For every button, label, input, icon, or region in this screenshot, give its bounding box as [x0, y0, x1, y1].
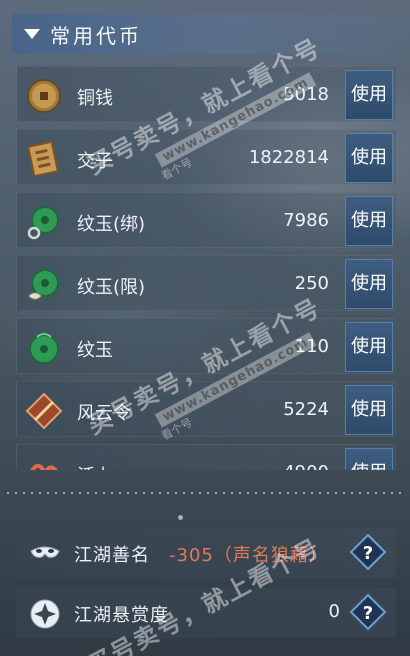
currency-name: 活力 [77, 462, 113, 470]
vitality-icon [30, 464, 59, 470]
currency-name: 纹玉(绑) [77, 214, 146, 235]
stat-row-reputation: 江湖善名 -305（声名狼藉） ? [16, 528, 396, 578]
currency-name: 交子 [77, 151, 113, 172]
svg-text:?: ? [363, 543, 373, 564]
currency-count: 5224 [283, 399, 329, 420]
triangle-down-icon[interactable] [24, 29, 40, 39]
currency-count: 4900 [283, 462, 329, 470]
use-button[interactable]: 使用 [345, 448, 393, 470]
stat-value: -305（声名狼藉） [169, 545, 328, 566]
use-button[interactable]: 使用 [345, 196, 393, 246]
stat-label: 江湖悬赏度 [74, 605, 169, 626]
currency-row-jiaozi: 交子 1822814 使用 [16, 129, 396, 185]
svg-text:?: ? [363, 603, 373, 624]
currency-name: 铜钱 [77, 88, 113, 109]
stat-row-bounty: 江湖悬赏度 0 ? [16, 588, 396, 638]
jade-bound-icon [27, 206, 59, 240]
mask-icon [30, 546, 60, 558]
use-button[interactable]: 使用 [345, 133, 393, 183]
currency-name: 纹玉(限) [77, 277, 146, 298]
use-button[interactable]: 使用 [345, 385, 393, 435]
currency-count: 1822814 [248, 147, 329, 168]
currency-name: 纹玉 [77, 340, 113, 361]
question-icon[interactable]: ? [348, 592, 388, 632]
jade-limited-icon [28, 269, 59, 300]
currency-row-copper: 铜钱 5018 使用 [16, 66, 396, 122]
currency-row-jade-limited: 纹玉(限) 250 使用 [16, 255, 396, 311]
divider [4, 492, 406, 494]
currency-count: 5018 [283, 84, 329, 105]
stat-label: 江湖善名 [74, 545, 150, 566]
jade-icon [29, 333, 59, 364]
bounty-icon [30, 599, 60, 629]
currency-row-fengyun: 风云令 5224 使用 [16, 381, 396, 437]
currency-list[interactable]: 铜钱 5018 使用 交子 1822814 使用 纹玉(绑) 7986 使用 纹… [16, 66, 396, 470]
stat-value: 0 [328, 601, 340, 622]
scroll-indicator-dot [178, 515, 183, 520]
use-button[interactable]: 使用 [345, 259, 393, 309]
paper-note-icon [26, 140, 60, 178]
currency-row-jade: 纹玉 110 使用 [16, 318, 396, 374]
currency-count: 110 [294, 336, 329, 357]
fengyun-token-icon [25, 392, 63, 430]
question-icon[interactable]: ? [348, 532, 388, 572]
currency-row-jade-bound: 纹玉(绑) 7986 使用 [16, 192, 396, 248]
currency-name: 风云令 [77, 403, 131, 424]
section-title: 常用代币 [50, 23, 142, 48]
use-button[interactable]: 使用 [345, 70, 393, 120]
use-button[interactable]: 使用 [345, 322, 393, 372]
copper-coin-icon [27, 79, 61, 113]
section-header[interactable]: 常用代币 [12, 14, 404, 54]
currency-row-vitality: 活力 4900 使用 [16, 444, 396, 470]
currency-count: 250 [294, 273, 329, 294]
currency-count: 7986 [283, 210, 329, 231]
